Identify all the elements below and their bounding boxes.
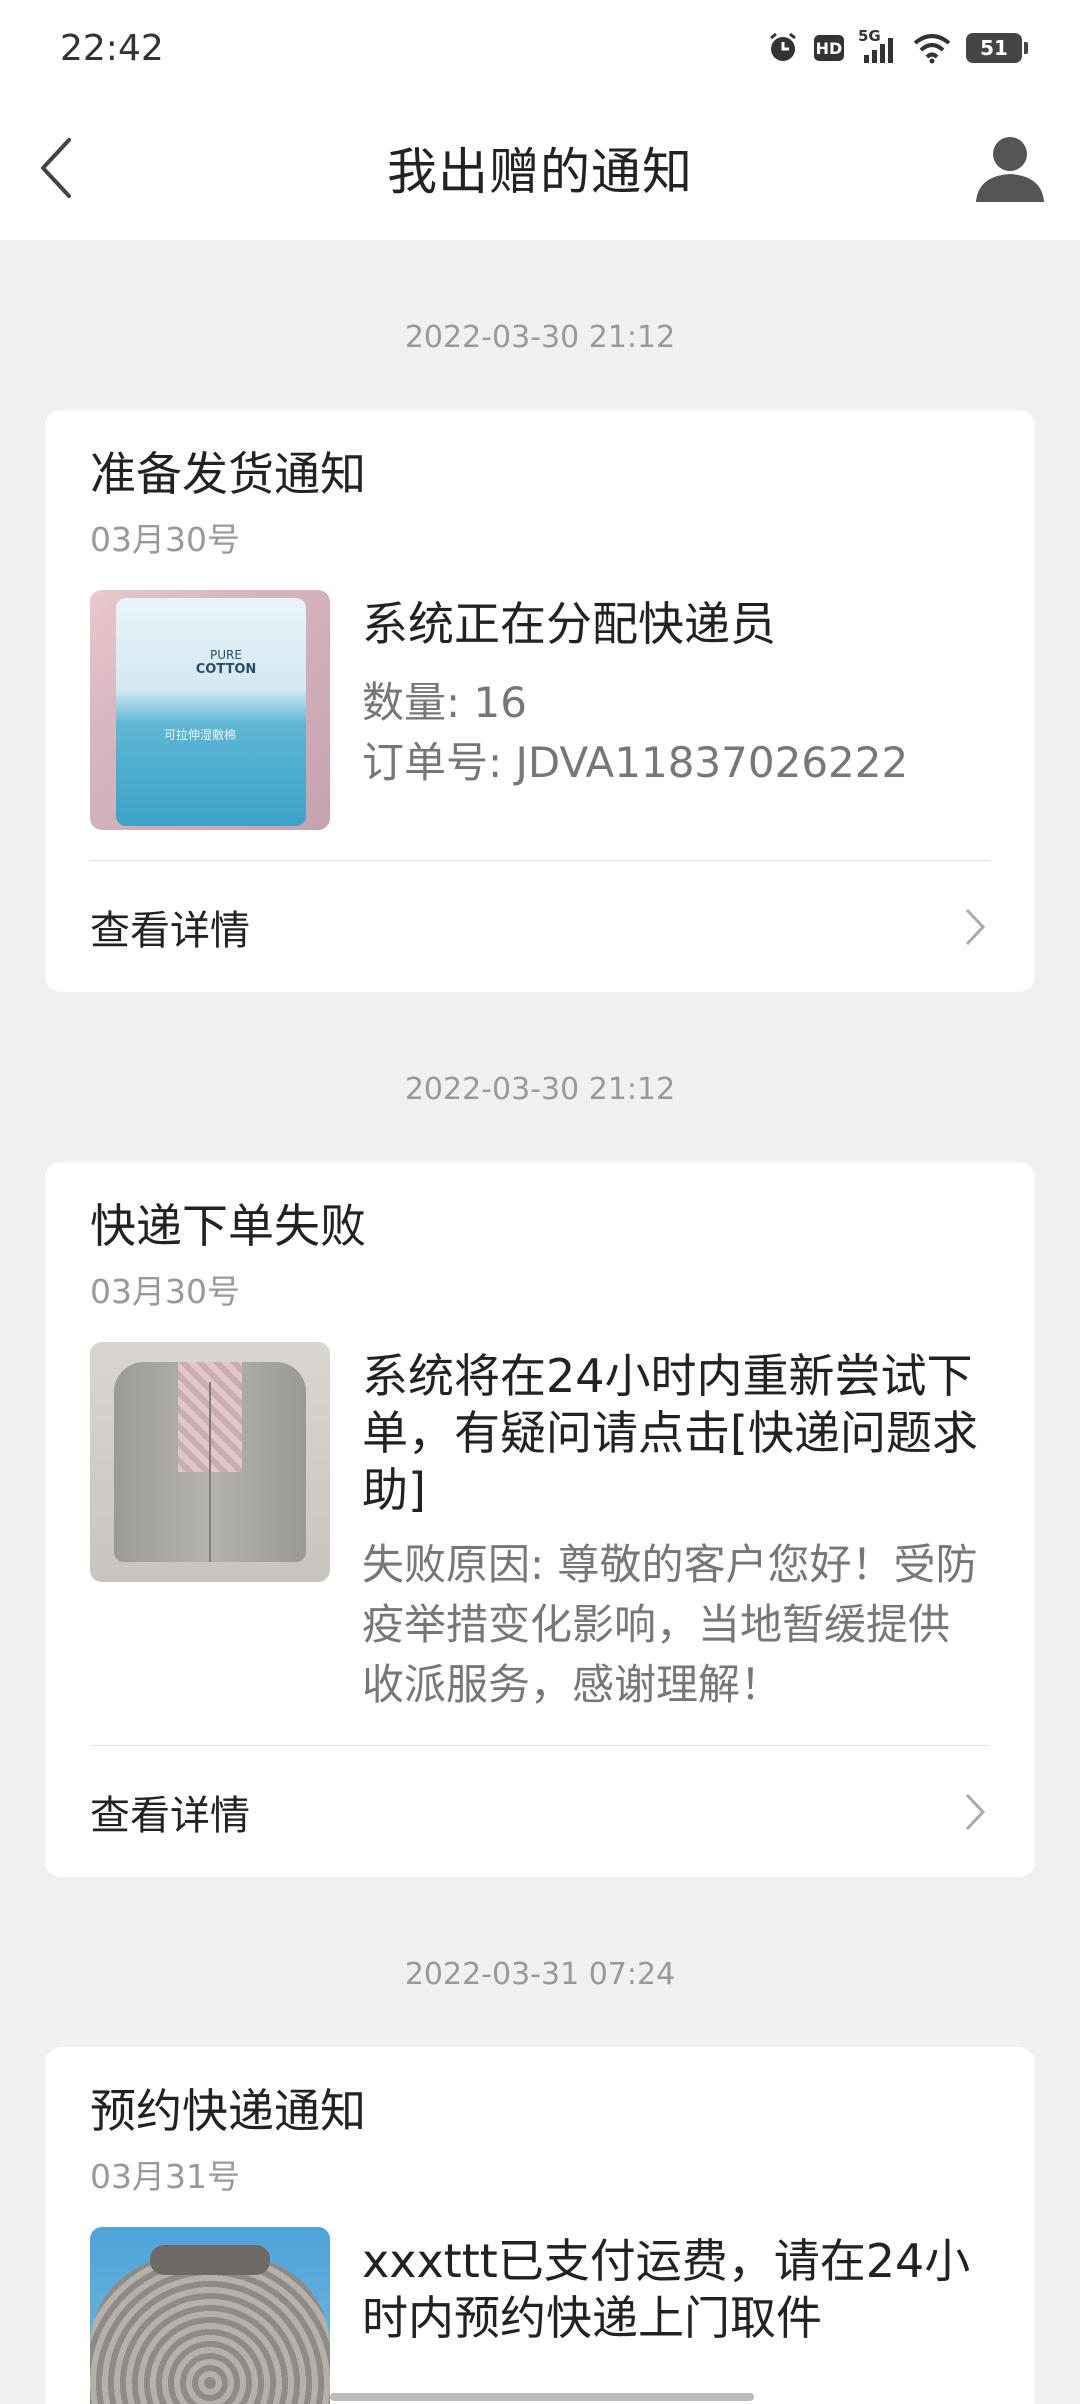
product-thumbnail	[90, 1342, 330, 1582]
notification-feed: 2022-03-30 21:12 准备发货通知 03月30号 PURE COTT…	[0, 240, 1080, 2404]
hd-icon: HD	[814, 35, 844, 61]
notification-card[interactable]: 快递下单失败 03月30号 系统将在24小时内重新尝试下单，有疑问请点击[快递问…	[45, 1162, 1035, 1877]
timestamp: 2022-03-30 21:12	[404, 1072, 676, 1107]
thumb-brand: PURE	[210, 648, 242, 662]
signal-icon: 5G	[858, 27, 898, 65]
card-body: 系统将在24小时内重新尝试下单，有疑问请点击[快递问题求助] 失败原因: 尊敬的…	[90, 1342, 990, 1745]
card-text: 系统将在24小时内重新尝试下单，有疑问请点击[快递问题求助] 失败原因: 尊敬的…	[362, 1342, 990, 1715]
status-time: 22:42	[60, 27, 164, 69]
order-number-text: 订单号: JDVA11837026222	[362, 738, 909, 787]
card-body: xxxttt已支付运费，请在24小时内预约快递上门取件	[90, 2227, 990, 2404]
status-icons: HD 5G 51	[766, 27, 1028, 65]
card-title: 准备发货通知	[90, 447, 366, 501]
card-title: 预约快递通知	[90, 2084, 366, 2138]
card-headline: 系统正在分配快递员	[362, 597, 776, 651]
view-details-label: 查看详情	[90, 1792, 250, 1839]
failure-reason: 失败原因: 尊敬的客户您好！受防疫举措变化影响，当地暂缓提供收派服务，感谢理解！	[362, 1540, 978, 1709]
quantity-text: 数量: 16	[362, 678, 527, 727]
thumb-product: COTTON	[195, 662, 257, 677]
notification-card[interactable]: 预约快递通知 03月31号 xxxttt已支付运费，请在24小时内预约快递上门取…	[45, 2047, 1035, 2404]
chevron-right-icon	[960, 907, 990, 947]
card-date: 03月30号	[90, 520, 240, 559]
view-details-row[interactable]: 查看详情	[90, 1745, 990, 1877]
notification-card[interactable]: 准备发货通知 03月30号 PURE COTTON 可拉伸湿敷棉 系统正在分配快…	[45, 410, 1035, 992]
wifi-icon	[912, 32, 952, 64]
avatar-button[interactable]	[970, 128, 1050, 208]
product-thumbnail	[90, 2227, 330, 2404]
nav-header: 我出赠的通知	[0, 96, 1080, 240]
user-icon	[976, 137, 1044, 202]
chevron-left-icon	[41, 138, 71, 198]
card-text: 系统正在分配快递员 数量: 16 订单号: JDVA11837026222	[362, 590, 990, 830]
page-title: 我出赠的通知	[387, 143, 693, 201]
view-details-label: 查看详情	[90, 907, 250, 954]
card-body: PURE COTTON 可拉伸湿敷棉 系统正在分配快递员 数量: 16 订单号:…	[90, 590, 990, 860]
alarm-icon	[766, 31, 800, 65]
view-details-row[interactable]: 查看详情	[90, 860, 990, 992]
product-thumbnail: PURE COTTON 可拉伸湿敷棉	[90, 590, 330, 830]
home-indicator[interactable]	[330, 2393, 754, 2401]
timestamp: 2022-03-31 07:24	[404, 1957, 676, 1992]
card-headline: 系统将在24小时内重新尝试下单，有疑问请点击[快递问题求助]	[362, 1349, 978, 1517]
card-headline: xxxttt已支付运费，请在24小时内预约快递上门取件	[362, 2234, 971, 2345]
timestamp: 2022-03-30 21:12	[404, 320, 676, 355]
card-date: 03月30号	[90, 1272, 240, 1311]
status-bar: 22:42 HD 5G 51	[0, 0, 1080, 96]
chevron-right-icon	[960, 1792, 990, 1832]
card-date: 03月31号	[90, 2157, 240, 2196]
battery-icon: 51	[966, 33, 1028, 63]
thumb-caption: 可拉伸湿敷棉	[164, 728, 237, 742]
network-type: 5G	[858, 27, 881, 45]
card-text: xxxttt已支付运费，请在24小时内预约快递上门取件	[362, 2227, 990, 2404]
back-button[interactable]	[20, 130, 90, 206]
card-title: 快递下单失败	[90, 1199, 366, 1253]
